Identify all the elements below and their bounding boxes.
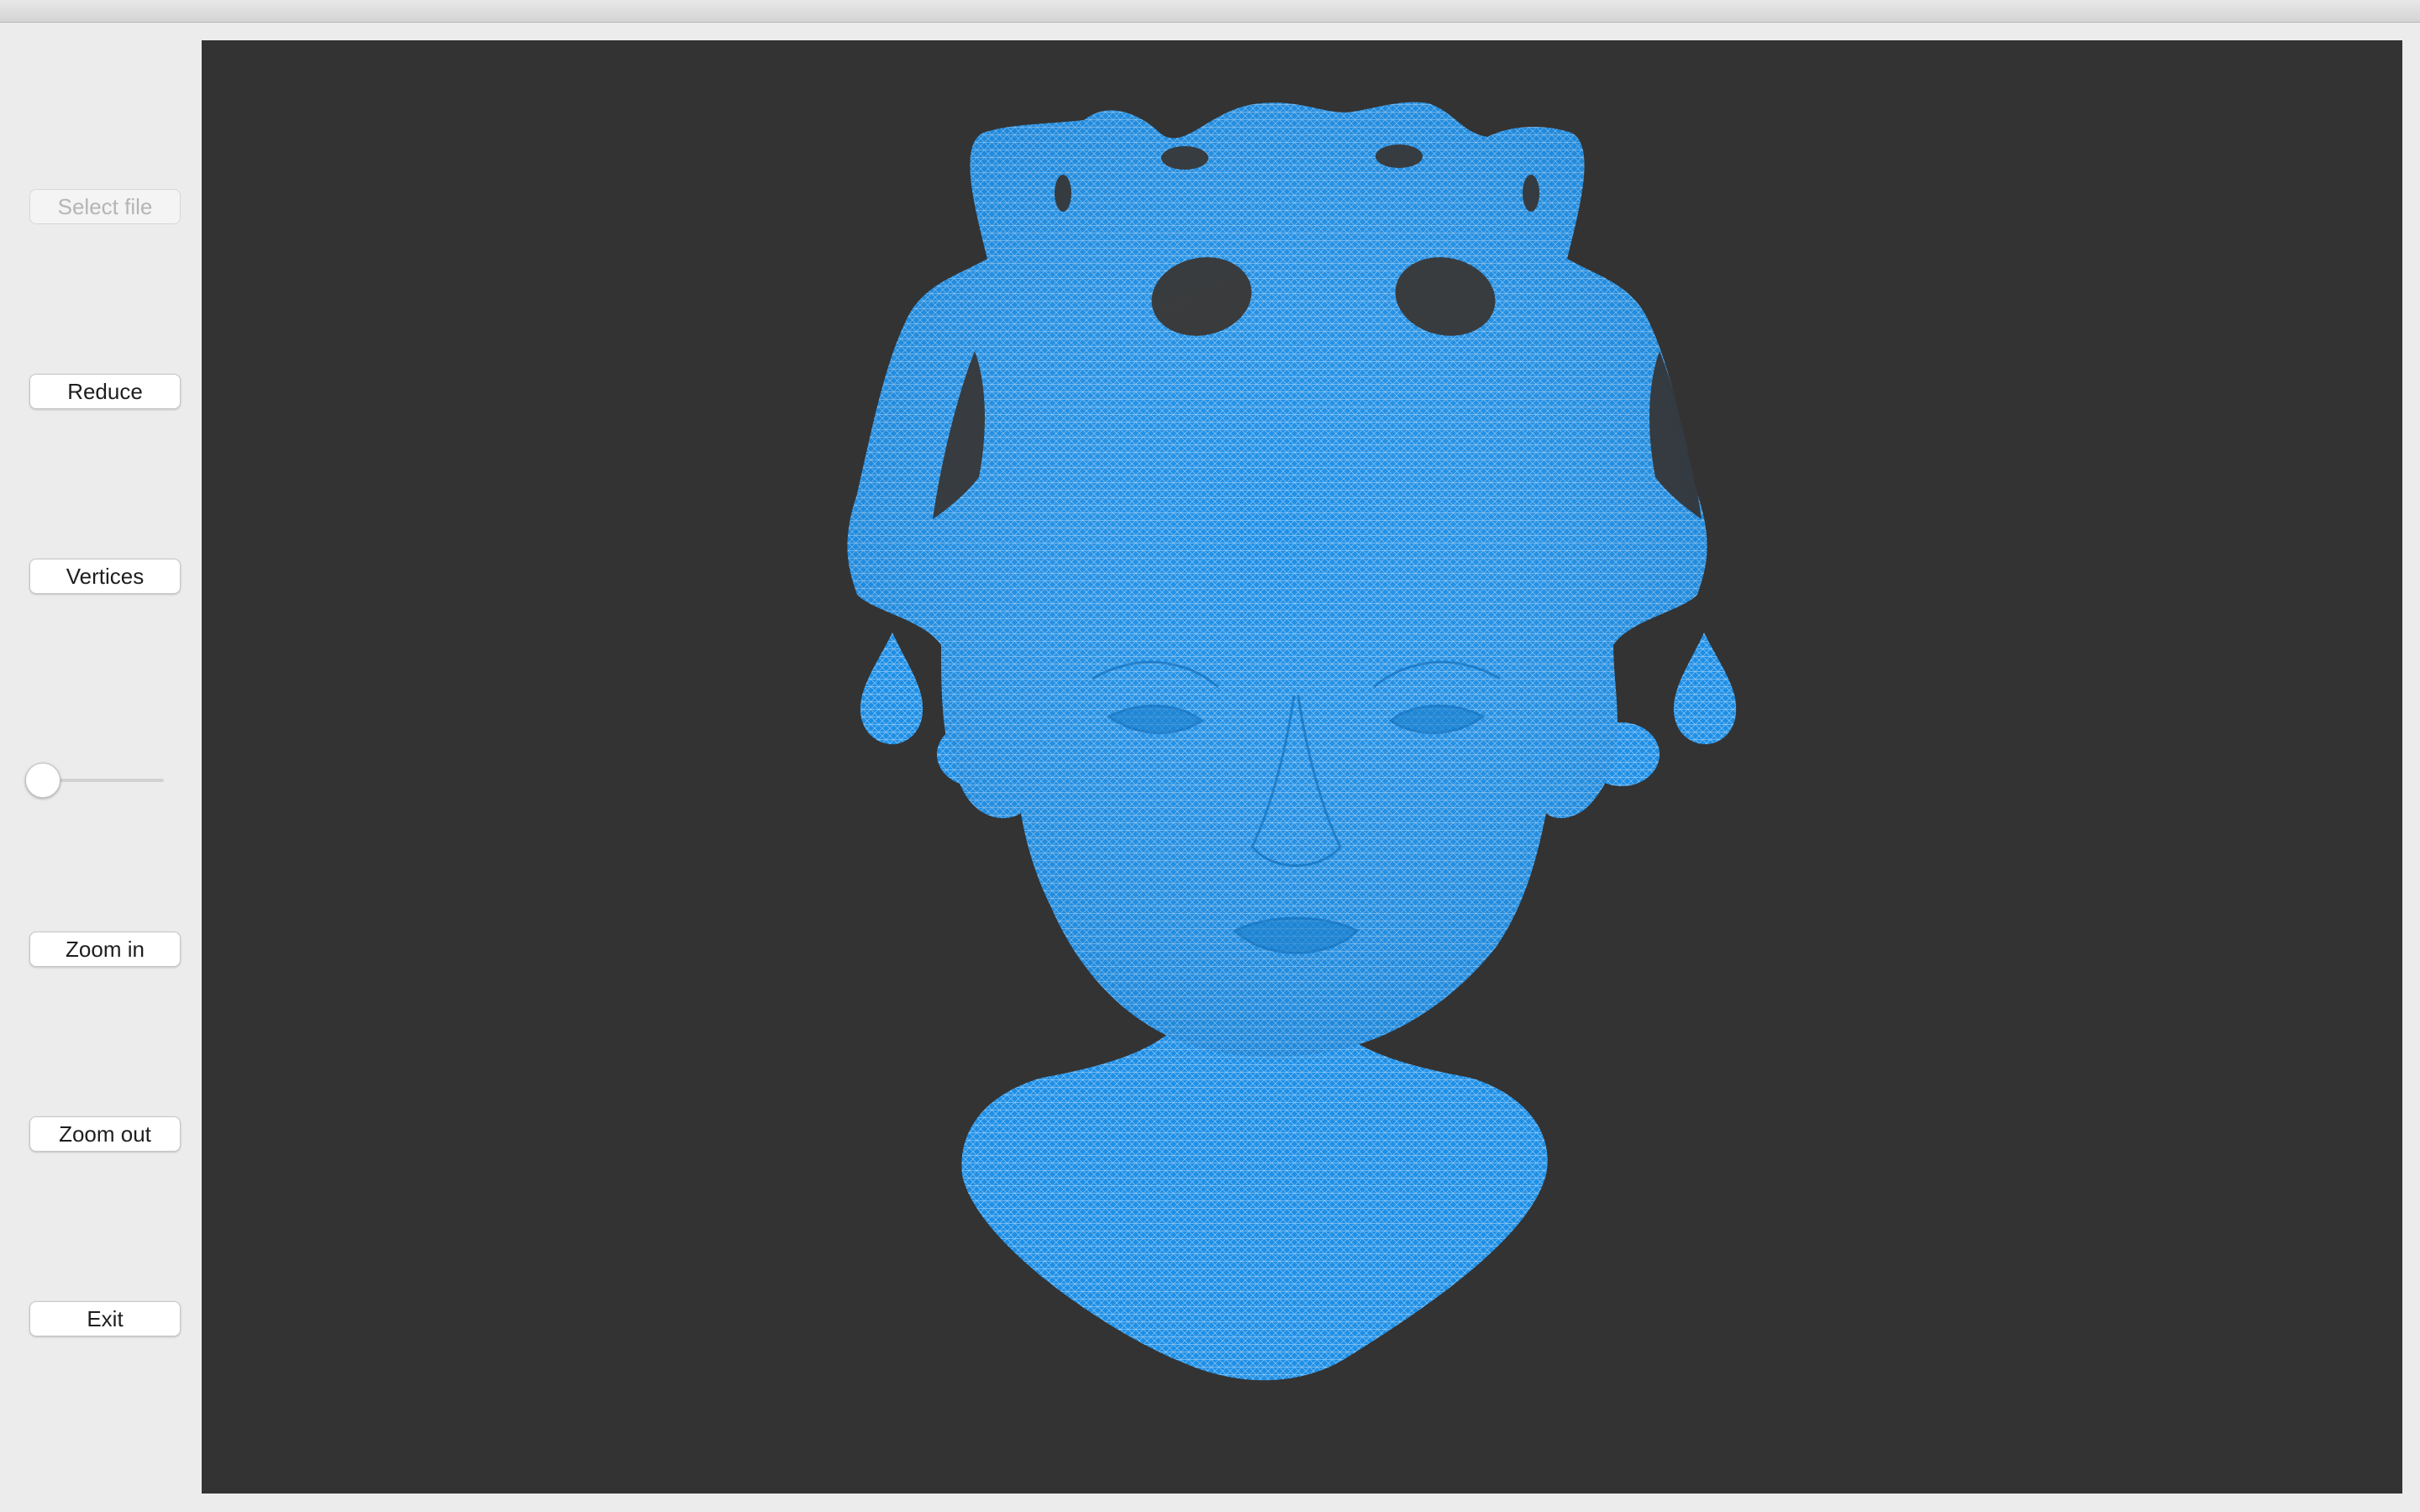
- title-bar[interactable]: [0, 0, 2420, 23]
- head-shading: [847, 102, 1707, 1058]
- vertices-button[interactable]: Vertices: [29, 559, 181, 594]
- select-file-button[interactable]: Select file: [29, 189, 181, 224]
- teardrop-left: [860, 633, 923, 744]
- mesh-render: [847, 102, 1737, 1381]
- app-window: Select file Reduce Vertices Zoom in Zoom…: [0, 0, 2420, 1512]
- head-mesh: [847, 102, 1737, 1381]
- teardrop-right: [1673, 633, 1737, 744]
- zoom-in-button[interactable]: Zoom in: [29, 932, 181, 967]
- exit-button[interactable]: Exit: [29, 1301, 181, 1336]
- 3d-viewport[interactable]: [202, 40, 2402, 1494]
- reduce-button[interactable]: Reduce: [29, 374, 181, 409]
- reduction-slider[interactable]: [25, 760, 164, 801]
- control-sidebar: Select file Reduce Vertices Zoom in Zoom…: [0, 23, 202, 1512]
- zoom-out-button[interactable]: Zoom out: [29, 1116, 181, 1152]
- slider-thumb[interactable]: [25, 763, 60, 798]
